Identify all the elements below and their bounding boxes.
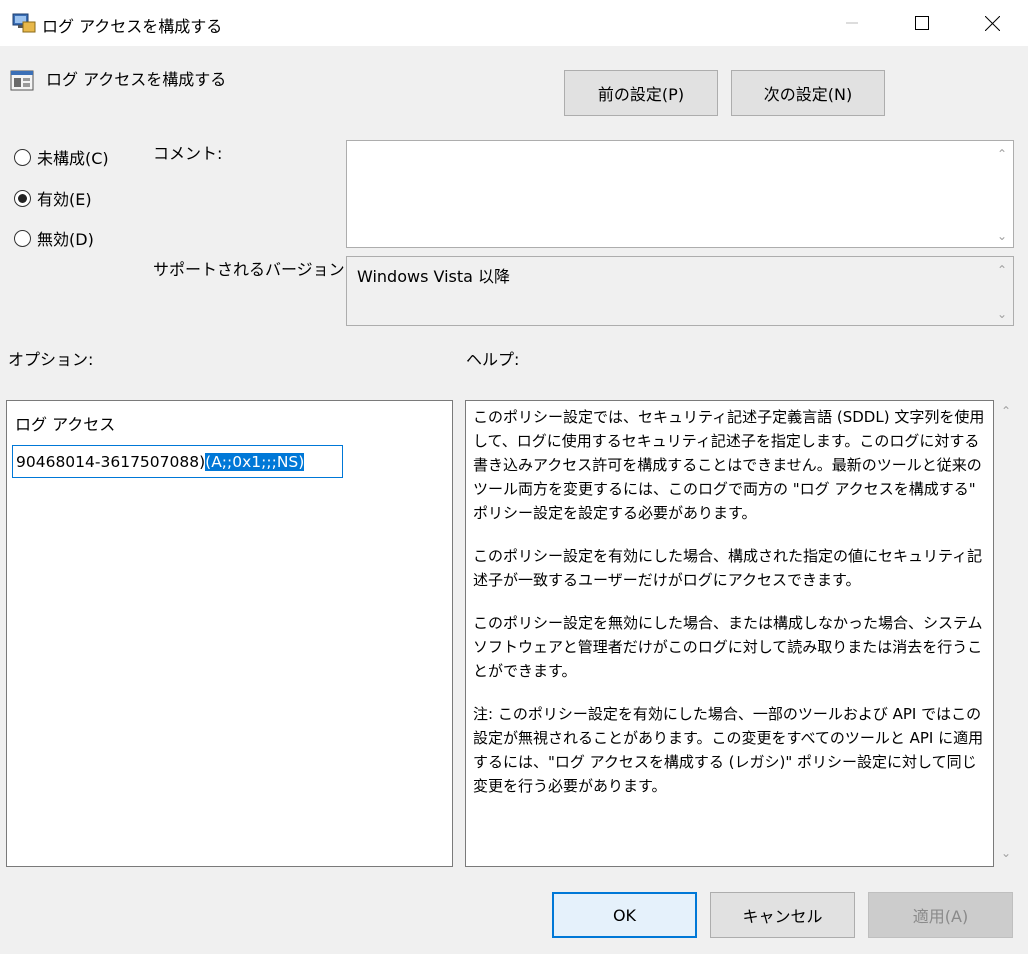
help-paragraph: 注: このポリシー設定を有効にした場合、一部のツールおよび API ではこの設定… [473,705,984,795]
close-icon [984,15,1000,31]
scroll-down-icon[interactable]: ⌄ [1001,846,1011,860]
radio-disabled[interactable]: 無効(D) [14,226,94,250]
help-paragraph: このポリシー設定では、セキュリティ記述子定義言語 (SDDL) 文字列を使用して… [473,408,985,522]
radio-label: 無効(D) [37,230,94,249]
help-text: このポリシー設定では、セキュリティ記述子定義言語 (SDDL) 文字列を使用して… [473,405,988,817]
maximize-icon [915,16,929,30]
options-panel: ログ アクセス 90468014-3617507088) (A;;0x1;;;NS… [6,400,453,867]
supported-on-field: Windows Vista 以降 ⌃ ⌄ [346,256,1014,326]
help-paragraph: このポリシー設定を有効にした場合、構成された指定の値にセキュリティ記述子が一致す… [473,547,983,589]
radio-enabled[interactable]: 有効(E) [14,186,92,210]
window-title: ログ アクセスを構成する [42,17,223,36]
close-button[interactable] [958,0,1026,46]
comment-label: コメント: [153,144,223,163]
apply-button[interactable]: 適用(A) [868,892,1013,938]
log-access-label: ログ アクセス [15,415,116,434]
minimize-button[interactable] [818,0,886,46]
ok-button[interactable]: OK [552,892,697,938]
scroll-up-icon[interactable]: ⌃ [1001,404,1011,418]
help-panel: このポリシー設定では、セキュリティ記述子定義言語 (SDDL) 文字列を使用して… [465,400,994,867]
radio-label: 有効(E) [37,190,92,209]
previous-setting-button[interactable]: 前の設定(P) [564,70,718,116]
help-paragraph: このポリシー設定を無効にした場合、または構成しなかった場合、システム ソフトウェ… [473,614,983,680]
scroll-down-icon[interactable]: ⌄ [997,229,1007,243]
cancel-button[interactable]: キャンセル [710,892,855,938]
radio-circle [14,229,31,247]
group-policy-icon [12,13,36,33]
scroll-up-icon[interactable]: ⌃ [997,147,1007,161]
scroll-up-icon[interactable]: ⌃ [997,263,1007,277]
radio-circle [14,148,31,166]
title-bar: ログ アクセスを構成する [0,0,1028,46]
log-access-input[interactable]: 90468014-3617507088) (A;;0x1;;;NS) [12,445,343,478]
comment-field[interactable]: ⌃ ⌄ [346,140,1014,248]
radio-not-configured[interactable]: 未構成(C) [14,145,109,169]
radio-circle [14,189,31,207]
policy-setting-icon [10,70,34,91]
input-text: 90468014-3617507088) [16,452,206,471]
minimize-icon [846,22,858,24]
maximize-button[interactable] [888,0,956,46]
policy-name: ログ アクセスを構成する [46,70,227,89]
supported-on-value: Windows Vista 以降 [357,267,511,286]
next-setting-button[interactable]: 次の設定(N) [731,70,885,116]
options-header: オプション: [8,350,94,369]
scroll-down-icon[interactable]: ⌄ [997,307,1007,321]
supported-on-label: サポートされるバージョン: [153,260,351,279]
input-selected-text: (A;;0x1;;;NS) [205,452,305,471]
radio-label: 未構成(C) [37,149,109,168]
help-header: ヘルプ: [466,350,520,369]
